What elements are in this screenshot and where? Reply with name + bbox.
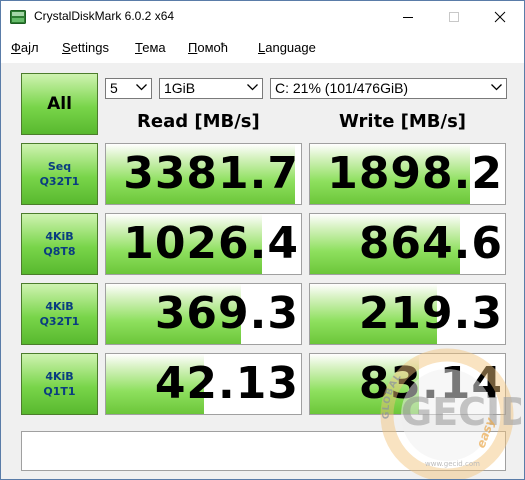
close-icon	[494, 11, 506, 23]
4kib-q8t8-button[interactable]: 4KiB Q8T8	[21, 213, 98, 275]
read-value: 42.13	[154, 358, 299, 409]
chevron-down-icon	[247, 84, 258, 91]
row-label-line2: Q8T8	[43, 245, 76, 258]
seq-q32t1-button[interactable]: Seq Q32T1	[21, 143, 98, 205]
window-title: CrystalDiskMark 6.0.2 x64	[34, 9, 175, 23]
watermark-logo: GLOBAL GECID easy www.gecid.com	[380, 348, 521, 479]
drive-select[interactable]: C: 21% (101/476GiB)	[270, 78, 507, 99]
minimize-button[interactable]	[385, 1, 431, 32]
write-value: 1898.2	[327, 148, 503, 199]
read-value: 3381.7	[123, 148, 299, 199]
menu-settings[interactable]: Settings	[62, 40, 109, 55]
row-label-line1: Seq	[47, 160, 72, 173]
drive-value: C: 21% (101/476GiB)	[275, 80, 409, 96]
watermark-url: www.gecid.com	[425, 460, 480, 468]
read-result-cell: 1026.4	[105, 213, 302, 275]
test-count-value: 5	[110, 80, 118, 96]
menu-theme[interactable]: Тема	[135, 40, 166, 55]
write-column-header: Write [MB/s]	[339, 111, 467, 132]
read-result-cell: 369.3	[105, 283, 302, 345]
all-button[interactable]: All	[21, 73, 98, 135]
disk-app-icon	[10, 9, 26, 24]
minimize-icon	[403, 17, 413, 18]
app-window: CrystalDiskMark 6.0.2 x64 Фајл Settings …	[0, 0, 525, 480]
write-value: 864.6	[358, 218, 503, 269]
chevron-down-icon	[136, 84, 147, 91]
menu-bar: Фајл Settings Тема Помоћ Language	[1, 32, 524, 63]
read-result-cell: 3381.7	[105, 143, 302, 205]
title-bar[interactable]: CrystalDiskMark 6.0.2 x64	[1, 1, 524, 32]
maximize-button[interactable]	[431, 1, 477, 32]
write-result-cell: 1898.2	[309, 143, 506, 205]
write-value: 219.3	[358, 288, 503, 339]
4kib-q32t1-button[interactable]: 4KiB Q32T1	[21, 283, 98, 345]
menu-help[interactable]: Помоћ	[188, 40, 228, 55]
row-label-line2: Q32T1	[39, 175, 80, 188]
read-value: 369.3	[154, 288, 299, 339]
read-result-cell: 42.13	[105, 353, 302, 415]
menu-language[interactable]: Language	[258, 40, 316, 55]
chevron-down-icon	[491, 84, 502, 91]
row-label-line1: 4KiB	[45, 300, 74, 313]
row-label-line1: 4KiB	[45, 230, 74, 243]
test-size-select[interactable]: 1GiB	[159, 78, 263, 99]
close-button[interactable]	[477, 1, 523, 32]
test-size-value: 1GiB	[164, 80, 196, 96]
maximize-icon	[449, 12, 459, 22]
read-value: 1026.4	[123, 218, 299, 269]
row-label-line2: Q32T1	[39, 315, 80, 328]
read-column-header: Read [MB/s]	[137, 111, 260, 132]
4kib-q1t1-button[interactable]: 4KiB Q1T1	[21, 353, 98, 415]
write-result-cell: 864.6	[309, 213, 506, 275]
test-count-select[interactable]: 5	[105, 78, 152, 99]
row-label-line2: Q1T1	[43, 385, 76, 398]
menu-file[interactable]: Фајл	[11, 40, 39, 55]
watermark-brand: GECID	[401, 390, 521, 434]
row-label-line1: 4KiB	[45, 370, 74, 383]
